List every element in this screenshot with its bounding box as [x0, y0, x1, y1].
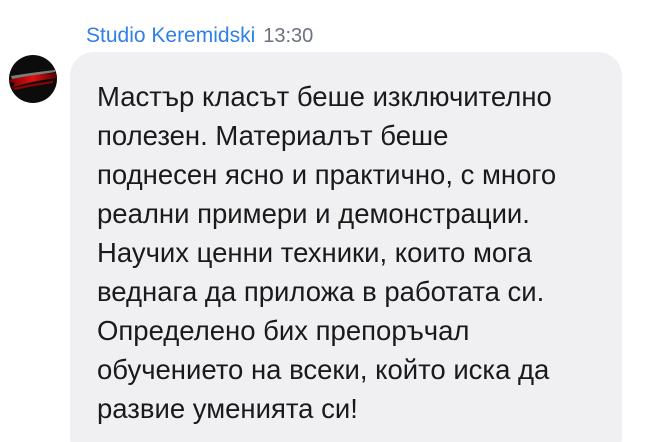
studio-logo-icon — [9, 55, 57, 103]
chat-message: Studio Keremidski 13:30 Мастър класът бе… — [0, 0, 655, 442]
sender-name[interactable]: Studio Keremidski — [86, 24, 255, 48]
message-header: Studio Keremidski 13:30 — [86, 24, 313, 48]
avatar[interactable] — [9, 55, 57, 103]
message-timestamp: 13:30 — [263, 25, 314, 47]
message-text: Мастър класът беше изключително полезен.… — [97, 81, 557, 424]
message-bubble: Мастър класът беше изключително полезен.… — [70, 52, 622, 442]
